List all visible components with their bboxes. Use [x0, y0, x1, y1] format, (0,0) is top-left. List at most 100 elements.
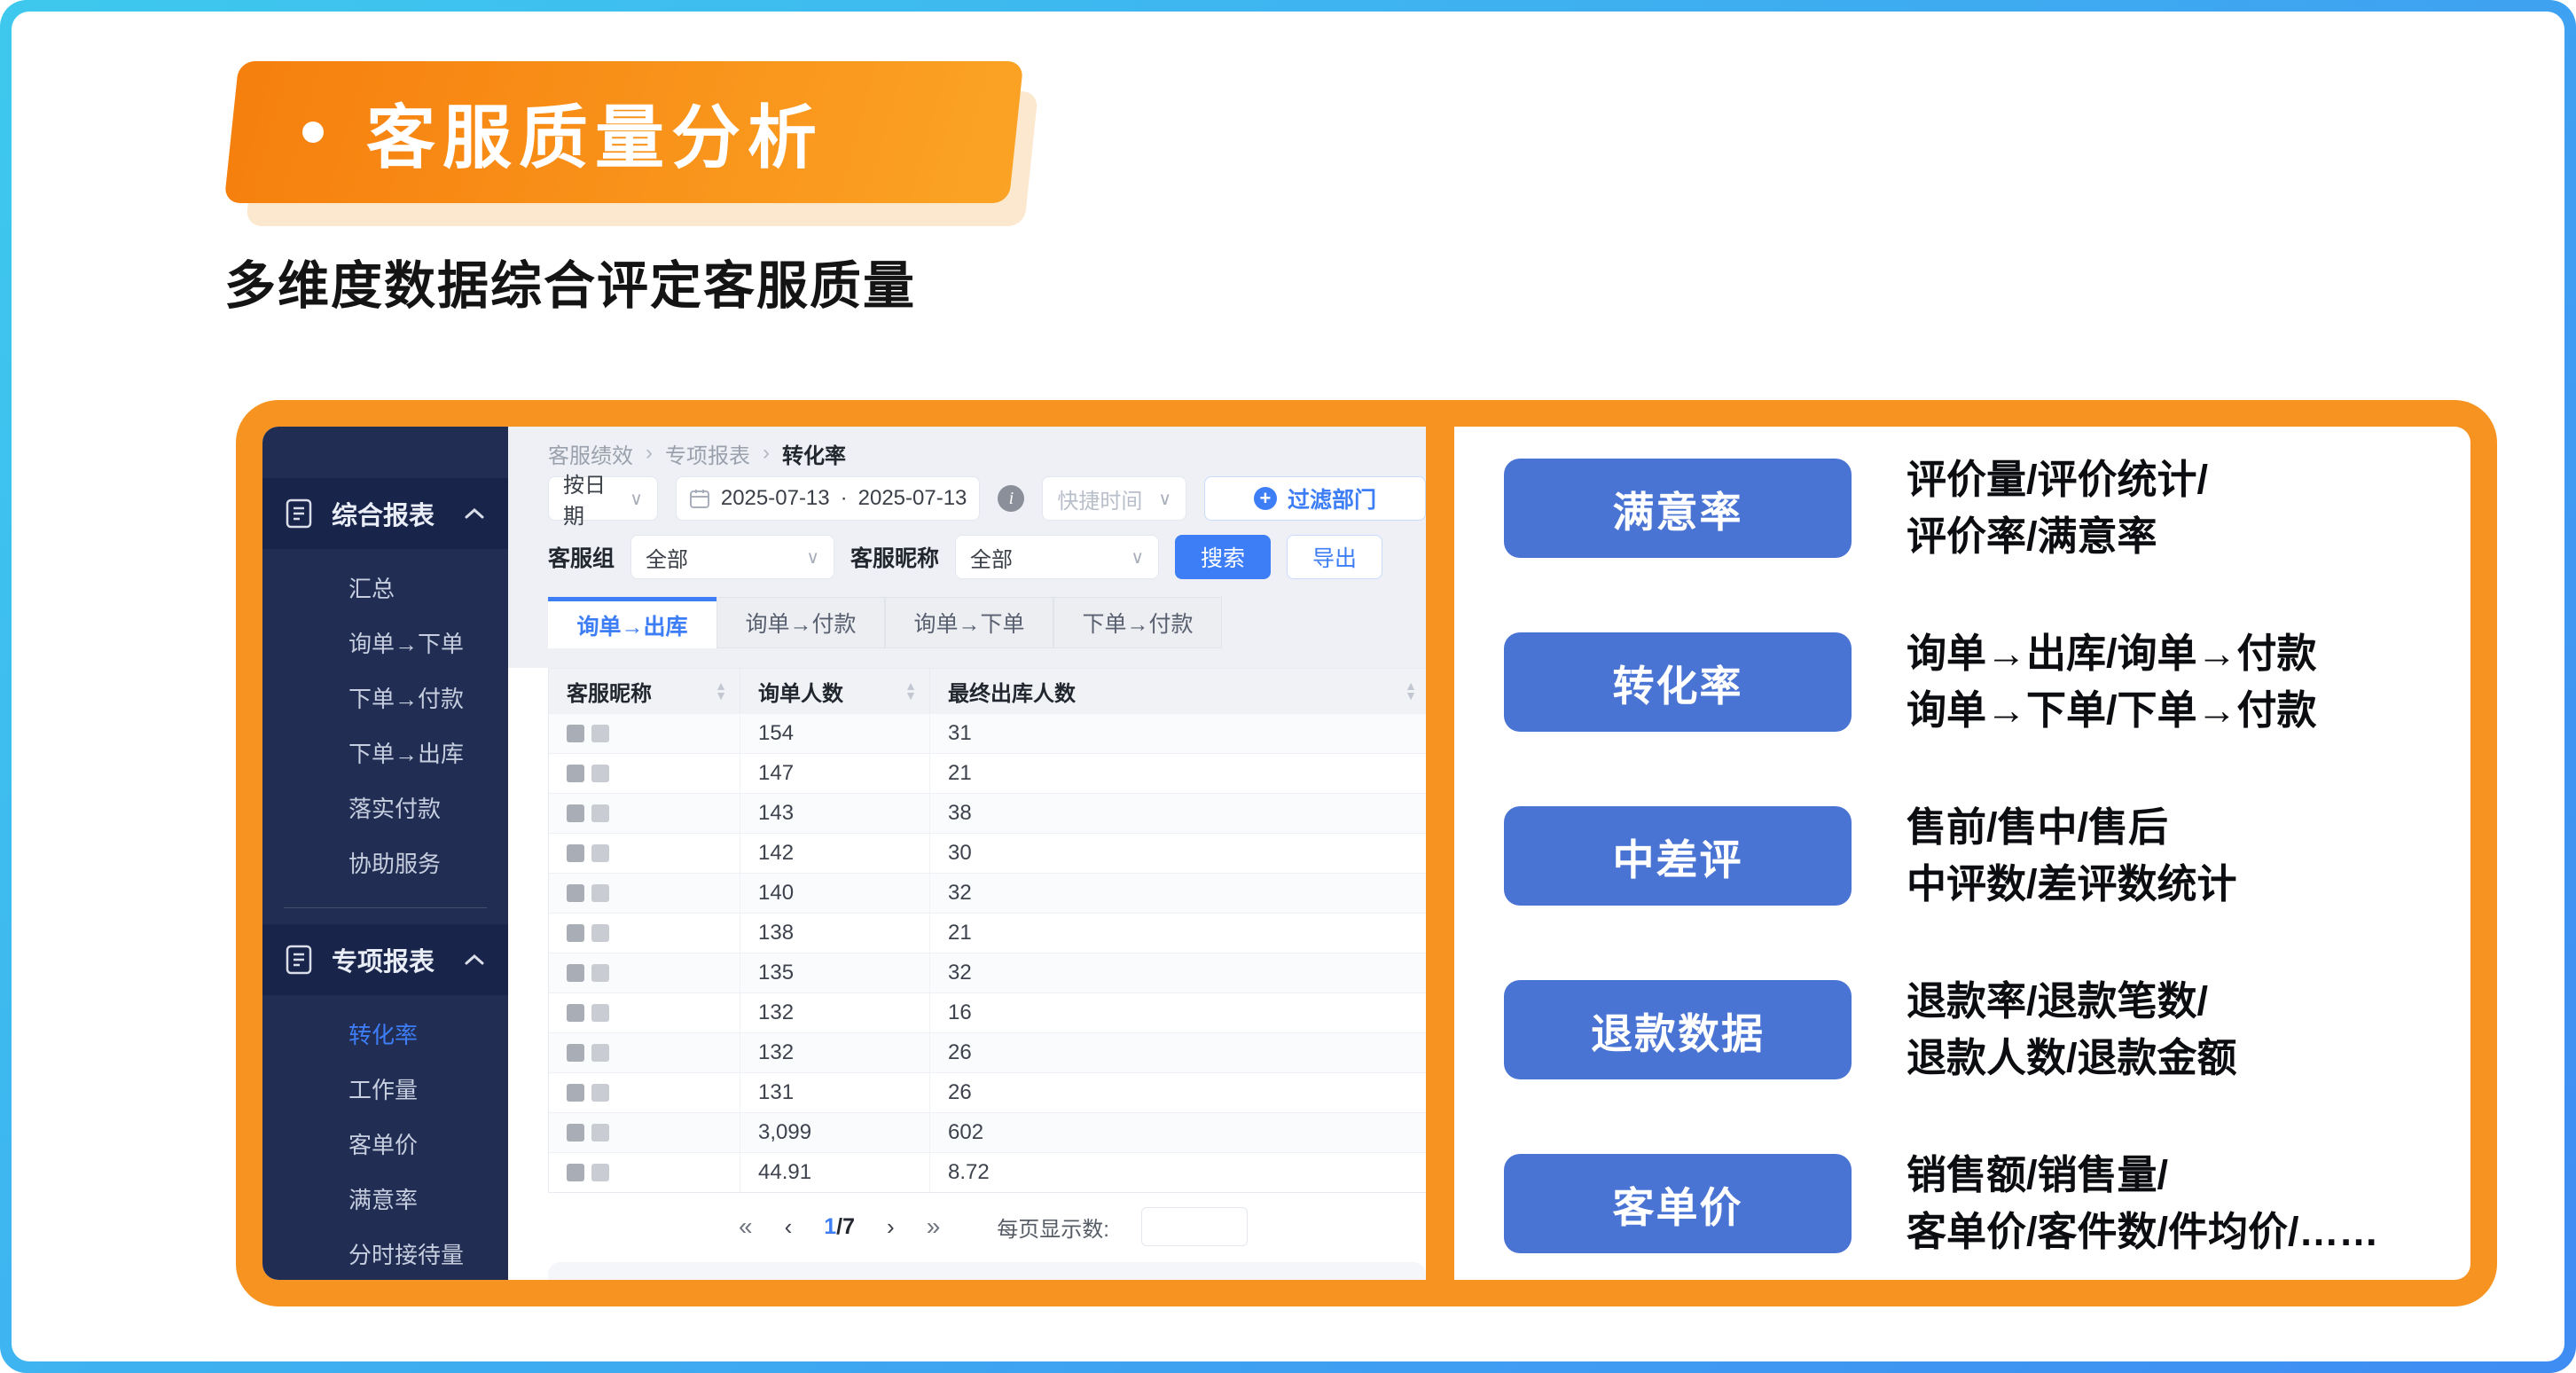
sidebar-items-group-1: 汇总询单→下单下单→付款下单→出库落实付款协助服务	[262, 561, 508, 891]
sidebar-item[interactable]: 询单→下单	[262, 616, 508, 671]
sidebar-items-group-2: 转化率工作量客单价满意率分时接待量接待压力	[262, 1008, 508, 1280]
page-size-label: 每页显示数:	[997, 1212, 1109, 1243]
breadcrumb-separator-icon: ›	[763, 441, 770, 466]
cell-outbound-count: 32	[930, 953, 1426, 992]
masked-name-block	[567, 884, 584, 902]
cell-inquiry-count: 154	[740, 714, 930, 753]
filter-department-label: 过滤部门	[1288, 483, 1376, 514]
sidebar-section-composite-reports[interactable]: 综合报表	[262, 478, 508, 549]
report-tabs: 询单→出库询单→付款询单→下单下单→付款	[548, 597, 1426, 648]
cell-inquiry-count: 132	[740, 993, 930, 1032]
sidebar-item[interactable]: 分时接待量	[262, 1228, 508, 1280]
cell-inquiry-count: 132	[740, 1033, 930, 1072]
dashboard-content: 客服绩效 › 专项报表 › 转化率 按日期 ∨ 2025-07	[508, 427, 1426, 1280]
cell-nickname-masked	[549, 874, 740, 913]
breadcrumb-item[interactable]: 专项报表	[665, 438, 750, 469]
sidebar-item[interactable]: 协助服务	[262, 836, 508, 891]
sort-icon[interactable]: ▲▼	[904, 681, 917, 701]
filter-department-button[interactable]: + 过滤部门	[1204, 476, 1426, 521]
cell-nickname-masked	[549, 714, 740, 753]
sort-icon[interactable]: ▲▼	[1405, 681, 1417, 701]
tab[interactable]: 询单→付款	[716, 597, 885, 648]
sidebar-item[interactable]: 转化率	[262, 1008, 508, 1063]
masked-name-block	[567, 1044, 584, 1062]
cell-nickname-masked	[549, 754, 740, 793]
sort-icon[interactable]: ▲▼	[715, 681, 727, 701]
bottom-section: 趋势图	[548, 1262, 1426, 1280]
group-select[interactable]: 全部 ∨	[630, 535, 834, 579]
last-page-button[interactable]: »	[927, 1212, 941, 1241]
table-header-row: 客服昵称 ▲▼ 询单人数 ▲▼ 最终出库人数 ▲▼	[549, 669, 1426, 713]
cell-outbound-count: 26	[930, 1073, 1426, 1112]
cell-nickname-masked	[549, 953, 740, 992]
first-page-button[interactable]: «	[739, 1212, 753, 1241]
sidebar-section-label: 专项报表	[332, 941, 464, 978]
prev-page-button[interactable]: ‹	[785, 1213, 793, 1241]
breadcrumb-separator-icon: ›	[646, 441, 653, 466]
date-start-value: 2025-07-13	[721, 486, 830, 511]
sidebar-section-special-reports[interactable]: 专项报表	[262, 924, 508, 995]
page-frame: 客服质量分析 多维度数据综合评定客服质量 综合报表 汇总询单→下单下单→付款下单…	[0, 0, 2576, 1373]
sidebar-item[interactable]: 落实付款	[262, 781, 508, 836]
chevron-down-icon: ∨	[795, 546, 819, 569]
cell-inquiry-count: 142	[740, 834, 930, 873]
date-range-picker[interactable]: 2025-07-13 · 2025-07-13	[676, 476, 981, 521]
sidebar-item[interactable]: 满意率	[262, 1173, 508, 1228]
chevron-down-icon: ∨	[619, 488, 643, 510]
nickname-filter-label: 客服昵称	[850, 541, 939, 573]
cell-inquiry-count: 140	[740, 874, 930, 913]
cell-inquiry-count: 135	[740, 953, 930, 992]
quick-time-select[interactable]: 快捷时间 ∨	[1042, 476, 1186, 521]
cell-nickname-masked	[549, 1073, 740, 1112]
sidebar-item[interactable]: 工作量	[262, 1063, 508, 1118]
masked-name-block	[567, 1084, 584, 1102]
dashboard-screenshot: 综合报表 汇总询单→下单下单→付款下单→出库落实付款协助服务 专项报表	[262, 427, 1426, 1280]
cell-nickname-masked	[549, 1113, 740, 1152]
document-icon	[286, 498, 312, 529]
cell-nickname-masked	[549, 914, 740, 953]
nickname-select[interactable]: 全部 ∨	[955, 535, 1159, 579]
tab[interactable]: 询单→下单	[885, 597, 1053, 648]
masked-name-block	[591, 1124, 609, 1142]
page-indicator: 1/7	[824, 1214, 855, 1240]
search-button[interactable]: 搜索	[1175, 535, 1271, 579]
masked-name-block	[567, 765, 584, 782]
table-row: 3,099 602	[549, 1112, 1426, 1152]
metric-badge: 退款数据	[1504, 980, 1852, 1079]
page-subtitle: 多维度数据综合评定客服质量	[224, 244, 916, 318]
sidebar-item[interactable]: 下单→出库	[262, 726, 508, 781]
breadcrumb-current: 转化率	[782, 438, 846, 469]
masked-name-block	[591, 884, 609, 902]
metric-badge: 转化率	[1504, 632, 1852, 732]
table-row: 132 16	[549, 992, 1426, 1032]
metric-row: 中差评 售前/售中/售后 中评数/差评数统计	[1504, 806, 2470, 906]
masked-name-block	[567, 725, 584, 742]
metric-row: 满意率 评价量/评价统计/ 评价率/满意率	[1504, 459, 2470, 558]
cell-nickname-masked	[549, 1033, 740, 1072]
table-row: 147 21	[549, 753, 1426, 793]
date-mode-select[interactable]: 按日期 ∨	[548, 476, 658, 521]
sidebar-item[interactable]: 汇总	[262, 561, 508, 616]
masked-name-block	[591, 804, 609, 822]
table-row: 132 26	[549, 1032, 1426, 1072]
cell-outbound-count: 16	[930, 993, 1426, 1032]
chevron-up-icon	[464, 507, 485, 520]
breadcrumb-item[interactable]: 客服绩效	[548, 438, 633, 469]
masked-name-block	[567, 1164, 584, 1181]
tab[interactable]: 下单→付款	[1053, 597, 1222, 648]
metric-description: 询单→出库/询单→付款 询单→下单/下单→付款	[1907, 625, 2317, 739]
page-size-select[interactable]	[1141, 1207, 1248, 1246]
info-icon[interactable]: i	[998, 485, 1024, 512]
cell-inquiry-count: 44.91	[740, 1153, 930, 1192]
sidebar-section-label: 综合报表	[332, 495, 464, 532]
tab[interactable]: 询单→出库	[548, 597, 716, 648]
next-page-button[interactable]: ›	[887, 1213, 895, 1241]
table-row: 131 26	[549, 1072, 1426, 1112]
sidebar-item[interactable]: 客单价	[262, 1118, 508, 1173]
cell-inquiry-count: 143	[740, 794, 930, 833]
sidebar-item[interactable]: 下单→付款	[262, 671, 508, 726]
metric-badge: 中差评	[1504, 806, 1852, 906]
masked-name-block	[591, 1084, 609, 1102]
export-button[interactable]: 导出	[1287, 535, 1382, 579]
column-label: 询单人数	[758, 676, 843, 707]
